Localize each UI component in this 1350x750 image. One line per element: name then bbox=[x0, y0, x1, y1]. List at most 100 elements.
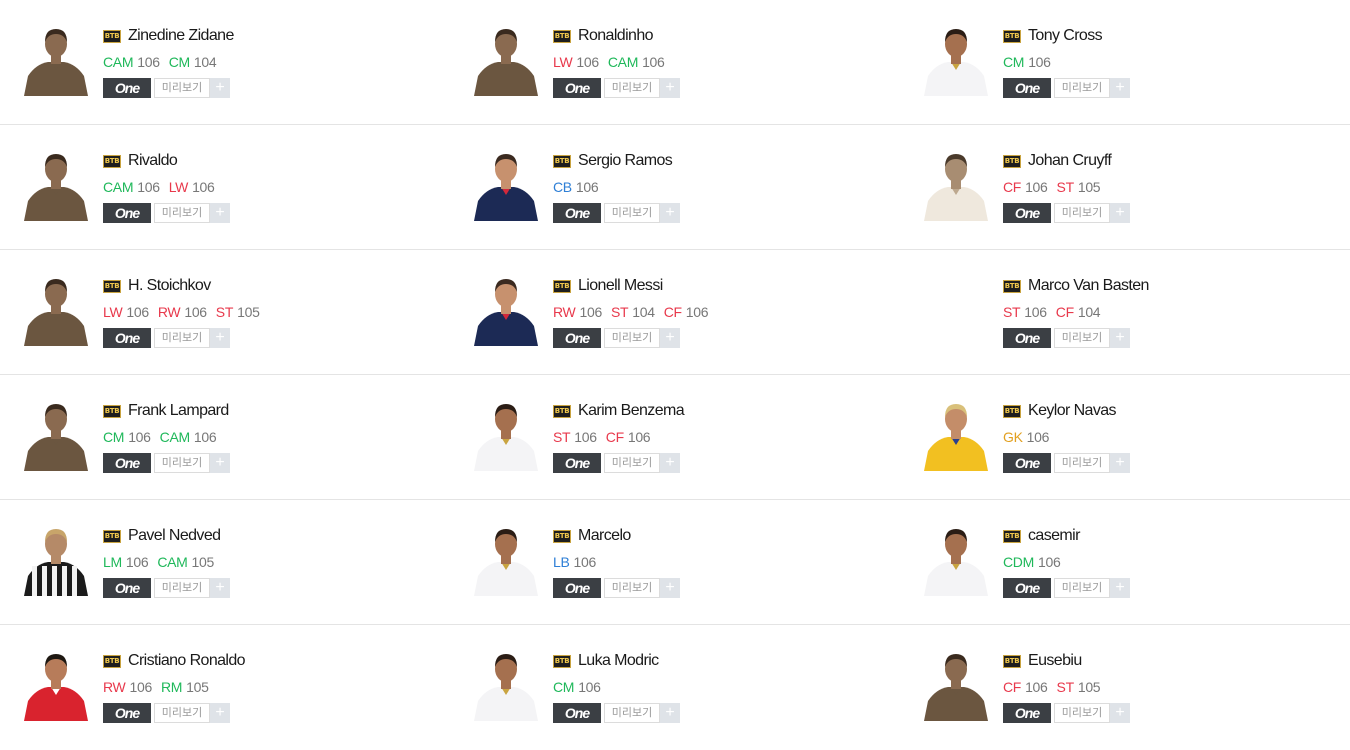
player-card[interactable]: BTB casemir CDM 106 One 미리보기 + bbox=[900, 500, 1350, 625]
player-name[interactable]: Marco Van Basten bbox=[1028, 277, 1149, 295]
one-button[interactable]: One bbox=[103, 203, 151, 223]
player-name[interactable]: Ronaldinho bbox=[578, 27, 654, 45]
plus-icon[interactable]: + bbox=[1110, 578, 1130, 598]
preview-button[interactable]: 미리보기 bbox=[1054, 203, 1110, 223]
plus-icon[interactable]: + bbox=[1110, 203, 1130, 223]
one-button[interactable]: One bbox=[103, 703, 151, 723]
player-name[interactable]: Pavel Nedved bbox=[128, 527, 221, 545]
player-photo[interactable] bbox=[468, 145, 544, 221]
player-photo[interactable] bbox=[918, 145, 994, 221]
player-photo[interactable] bbox=[918, 520, 994, 596]
one-button[interactable]: One bbox=[553, 203, 601, 223]
player-card[interactable]: BTB Marcelo LB 106 One 미리보기 + bbox=[450, 500, 900, 625]
one-button[interactable]: One bbox=[103, 453, 151, 473]
preview-button[interactable]: 미리보기 bbox=[154, 203, 210, 223]
one-button[interactable]: One bbox=[553, 328, 601, 348]
preview-button[interactable]: 미리보기 bbox=[1054, 453, 1110, 473]
player-name[interactable]: H. Stoichkov bbox=[128, 277, 211, 295]
player-photo[interactable] bbox=[468, 270, 544, 346]
player-name[interactable]: Rivaldo bbox=[128, 152, 178, 170]
plus-icon[interactable]: + bbox=[660, 203, 680, 223]
preview-button[interactable]: 미리보기 bbox=[154, 703, 210, 723]
plus-icon[interactable]: + bbox=[660, 453, 680, 473]
one-button[interactable]: One bbox=[553, 78, 601, 98]
preview-button[interactable]: 미리보기 bbox=[604, 328, 660, 348]
one-button[interactable]: One bbox=[1003, 703, 1051, 723]
one-button[interactable]: One bbox=[553, 703, 601, 723]
player-photo[interactable] bbox=[18, 395, 94, 471]
player-name[interactable]: Keylor Navas bbox=[1028, 402, 1117, 420]
player-card[interactable]: BTB Eusebiu CF 106 ST 105 One 미리보기 + bbox=[900, 625, 1350, 750]
plus-icon[interactable]: + bbox=[210, 578, 230, 598]
one-button[interactable]: One bbox=[1003, 453, 1051, 473]
player-card[interactable]: BTB Sergio Ramos CB 106 One 미리보기 + bbox=[450, 125, 900, 250]
player-card[interactable]: BTB Karim Benzema ST 106 CF 106 One 미리보기 + bbox=[450, 375, 900, 500]
plus-icon[interactable]: + bbox=[1110, 703, 1130, 723]
player-card[interactable]: BTB Rivaldo CAM 106 LW 106 One 미리보기 + bbox=[0, 125, 450, 250]
player-photo[interactable] bbox=[468, 520, 544, 596]
player-name[interactable]: Karim Benzema bbox=[578, 402, 685, 420]
player-card[interactable]: BTB Cristiano Ronaldo RW 106 RM 105 One 미리보기 + bbox=[0, 625, 450, 750]
player-card[interactable]: BTB Frank Lampard CM 106 CAM 106 One 미리보기 + bbox=[0, 375, 450, 500]
player-card[interactable]: BTB Johan Cruyff CF 106 ST 105 One 미리보기 + bbox=[900, 125, 1350, 250]
one-button[interactable]: One bbox=[1003, 328, 1051, 348]
player-name[interactable]: Zinedine Zidane bbox=[128, 27, 234, 45]
player-photo[interactable] bbox=[18, 20, 94, 96]
plus-icon[interactable]: + bbox=[1110, 453, 1130, 473]
player-name[interactable]: Luka Modric bbox=[578, 652, 659, 670]
player-card[interactable]: BTB H. Stoichkov LW 106 RW 106 ST 105 One 미리보기 + bbox=[0, 250, 450, 375]
plus-icon[interactable]: + bbox=[210, 78, 230, 98]
preview-button[interactable]: 미리보기 bbox=[1054, 703, 1110, 723]
player-name[interactable]: Frank Lampard bbox=[128, 402, 229, 420]
preview-button[interactable]: 미리보기 bbox=[604, 203, 660, 223]
player-photo[interactable] bbox=[918, 20, 994, 96]
player-card[interactable]: BTB Ronaldinho LW 106 CAM 106 One 미리보기 + bbox=[450, 0, 900, 125]
player-name[interactable]: Lionell Messi bbox=[578, 277, 663, 295]
player-photo[interactable] bbox=[918, 395, 994, 471]
player-photo[interactable] bbox=[18, 520, 94, 596]
player-photo[interactable] bbox=[918, 270, 994, 346]
preview-button[interactable]: 미리보기 bbox=[604, 578, 660, 598]
preview-button[interactable]: 미리보기 bbox=[154, 578, 210, 598]
player-card[interactable]: BTB Zinedine Zidane CAM 106 CM 104 One 미리보기 + bbox=[0, 0, 450, 125]
one-button[interactable]: One bbox=[553, 453, 601, 473]
plus-icon[interactable]: + bbox=[660, 703, 680, 723]
player-photo[interactable] bbox=[18, 145, 94, 221]
preview-button[interactable]: 미리보기 bbox=[604, 78, 660, 98]
player-name[interactable]: Sergio Ramos bbox=[578, 152, 673, 170]
player-photo[interactable] bbox=[918, 645, 994, 721]
player-card[interactable]: BTB Marco Van Basten ST 106 CF 104 One 미리보기 + bbox=[900, 250, 1350, 375]
player-name[interactable]: Eusebiu bbox=[1028, 652, 1082, 670]
player-photo[interactable] bbox=[468, 20, 544, 96]
player-name[interactable]: casemir bbox=[1028, 527, 1080, 545]
player-photo[interactable] bbox=[18, 645, 94, 721]
plus-icon[interactable]: + bbox=[660, 578, 680, 598]
preview-button[interactable]: 미리보기 bbox=[154, 453, 210, 473]
one-button[interactable]: One bbox=[103, 578, 151, 598]
plus-icon[interactable]: + bbox=[210, 703, 230, 723]
player-name[interactable]: Johan Cruyff bbox=[1028, 152, 1112, 170]
one-button[interactable]: One bbox=[553, 578, 601, 598]
plus-icon[interactable]: + bbox=[660, 328, 680, 348]
preview-button[interactable]: 미리보기 bbox=[604, 453, 660, 473]
player-card[interactable]: BTB Keylor Navas GK 106 One 미리보기 + bbox=[900, 375, 1350, 500]
preview-button[interactable]: 미리보기 bbox=[154, 78, 210, 98]
one-button[interactable]: One bbox=[1003, 203, 1051, 223]
player-photo[interactable] bbox=[18, 270, 94, 346]
player-card[interactable]: BTB Pavel Nedved LM 106 CAM 105 One 미리보기 + bbox=[0, 500, 450, 625]
player-card[interactable]: BTB Luka Modric CM 106 One 미리보기 + bbox=[450, 625, 900, 750]
plus-icon[interactable]: + bbox=[1110, 328, 1130, 348]
player-photo[interactable] bbox=[468, 395, 544, 471]
player-card[interactable]: BTB Lionell Messi RW 106 ST 104 CF 106 One 미리보기 + bbox=[450, 250, 900, 375]
plus-icon[interactable]: + bbox=[210, 328, 230, 348]
one-button[interactable]: One bbox=[1003, 78, 1051, 98]
plus-icon[interactable]: + bbox=[210, 203, 230, 223]
preview-button[interactable]: 미리보기 bbox=[154, 328, 210, 348]
player-name[interactable]: Cristiano Ronaldo bbox=[128, 652, 246, 670]
preview-button[interactable]: 미리보기 bbox=[1054, 78, 1110, 98]
preview-button[interactable]: 미리보기 bbox=[1054, 578, 1110, 598]
plus-icon[interactable]: + bbox=[660, 78, 680, 98]
player-name[interactable]: Tony Cross bbox=[1028, 27, 1103, 45]
player-photo[interactable] bbox=[468, 645, 544, 721]
player-name[interactable]: Marcelo bbox=[578, 527, 631, 545]
